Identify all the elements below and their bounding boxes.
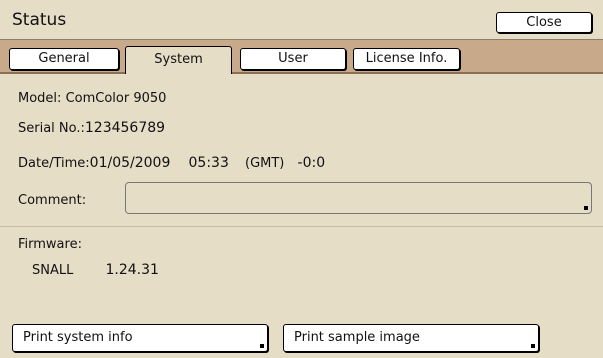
corner-marker-icon: [260, 344, 264, 348]
serial-row: Serial No.:123456789: [18, 120, 165, 136]
window-title: Status: [12, 10, 67, 30]
firmware-entry: SNALL 1.24.31: [32, 262, 159, 278]
close-button[interactable]: Close: [496, 12, 592, 33]
divider: [0, 226, 603, 227]
model-value: ComColor 9050: [65, 91, 167, 106]
datetime-label: Date/Time:: [18, 156, 90, 171]
system-panel: Model: ComColor 9050 Serial No.:12345678…: [0, 74, 603, 358]
print-sample-image-label: Print sample image: [294, 330, 420, 345]
firmware-label: Firmware:: [18, 237, 82, 252]
title-bar: Status Close: [0, 0, 603, 40]
corner-marker-icon: [531, 344, 535, 348]
corner-marker-icon: [584, 206, 588, 210]
timezone-label: (GMT): [245, 156, 285, 171]
firmware-name: SNALL: [32, 263, 74, 278]
serial-value: 123456789: [84, 120, 166, 136]
tab-user[interactable]: User: [240, 48, 346, 70]
tab-general[interactable]: General: [9, 48, 119, 70]
comment-label: Comment:: [18, 193, 87, 208]
comment-field[interactable]: [125, 182, 592, 214]
tab-system[interactable]: System: [125, 46, 232, 74]
print-system-info-button[interactable]: Print system info: [12, 324, 268, 352]
firmware-version: 1.24.31: [105, 262, 159, 278]
print-system-info-label: Print system info: [23, 330, 133, 345]
datetime-row: Date/Time:01/05/2009 05:33 (GMT) -0:0: [18, 155, 325, 171]
date-value: 01/05/2009: [89, 155, 171, 171]
time-value: 05:33: [188, 155, 229, 171]
model-row: Model: ComColor 9050: [18, 91, 166, 106]
model-label: Model:: [18, 91, 62, 106]
print-sample-image-button[interactable]: Print sample image: [283, 324, 539, 352]
timezone-offset: -0:0: [297, 155, 326, 171]
serial-label: Serial No.:: [18, 121, 85, 136]
tab-bar: General System User License Info.: [0, 40, 603, 74]
tab-license-info[interactable]: License Info.: [353, 48, 460, 70]
